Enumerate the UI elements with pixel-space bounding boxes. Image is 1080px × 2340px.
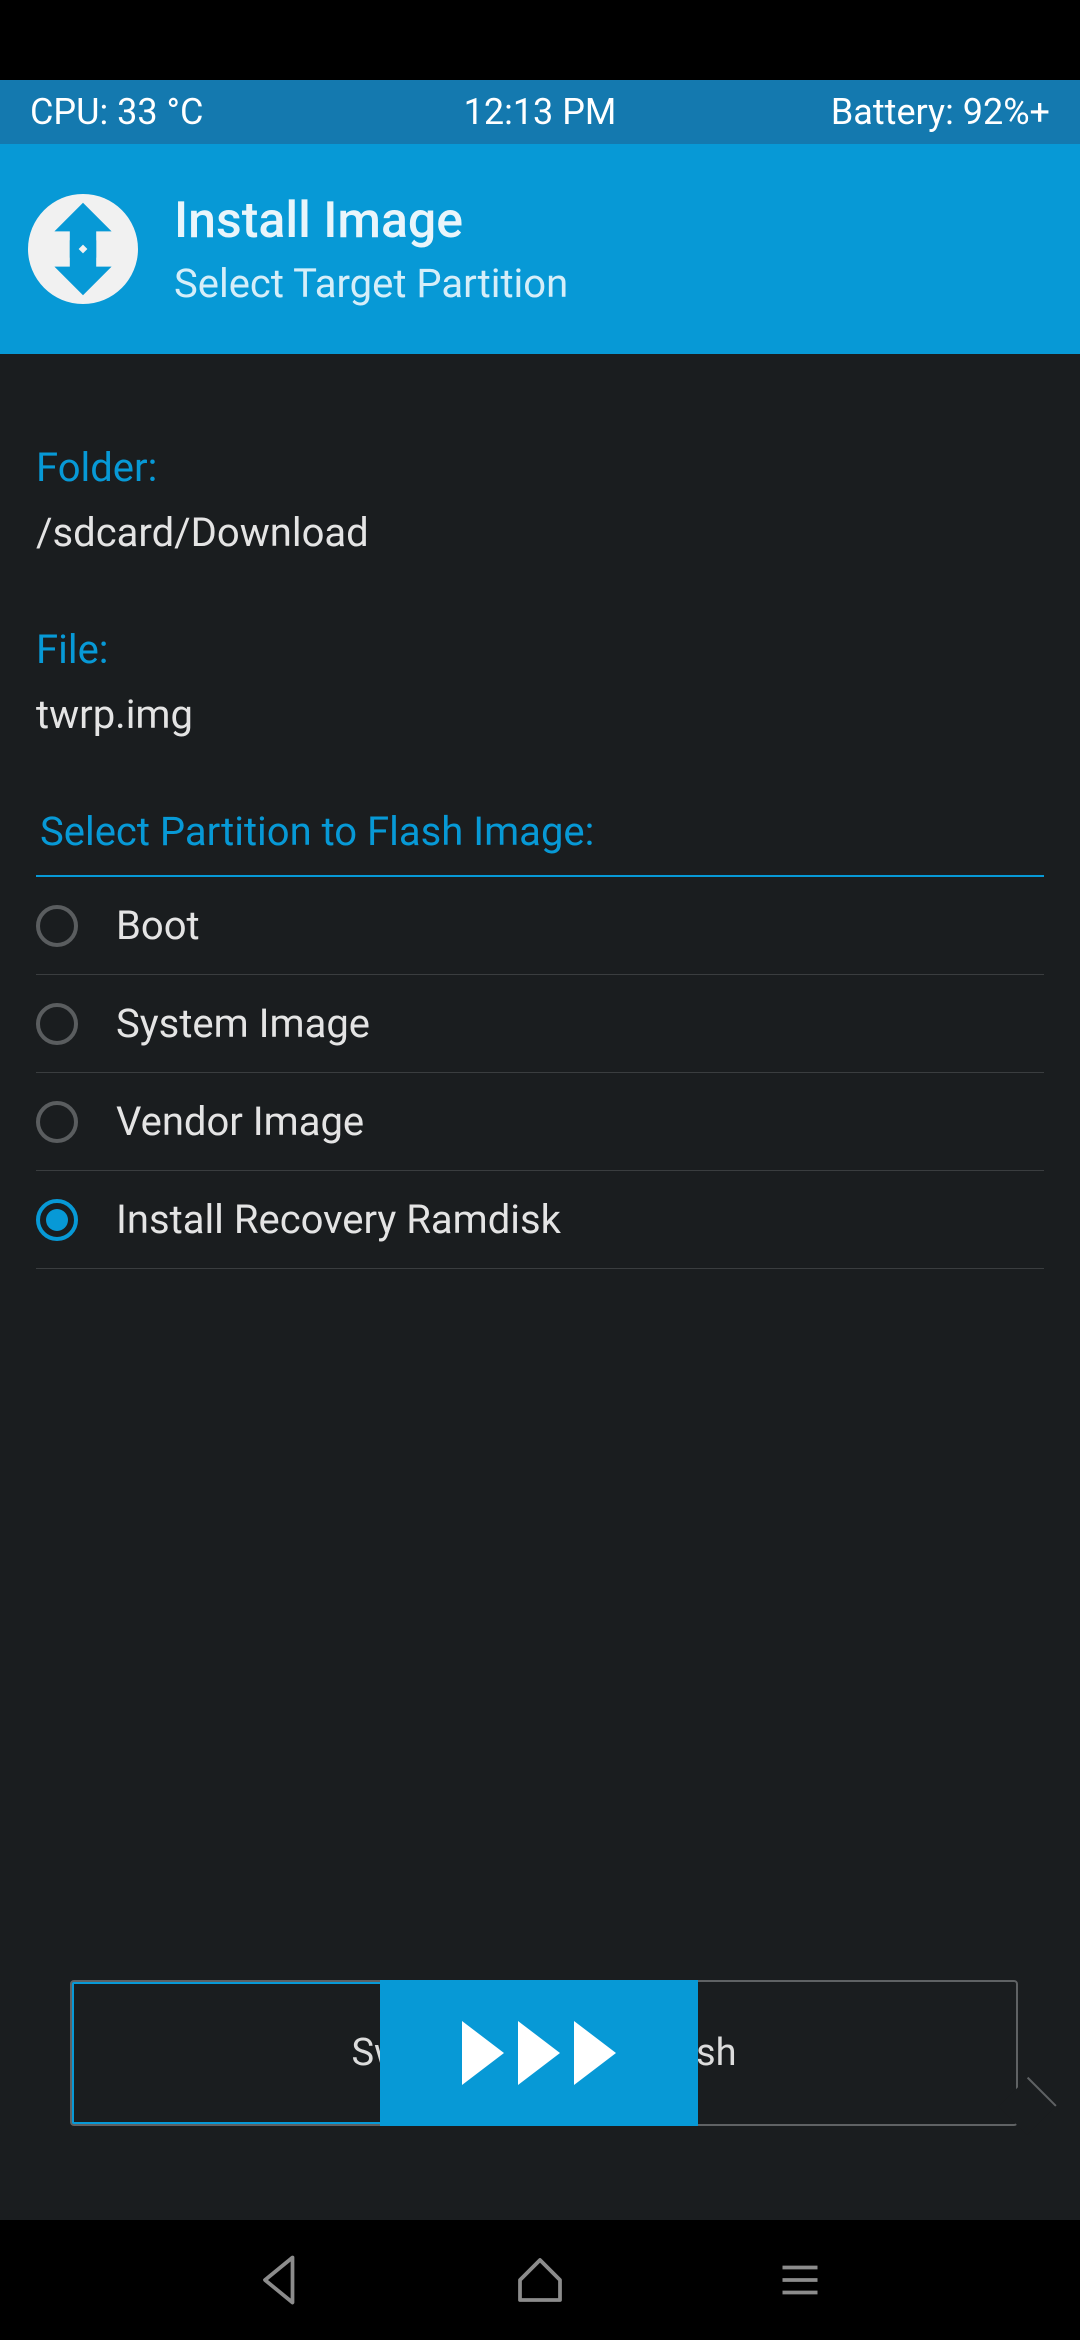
folder-label: Folder:: [36, 444, 1044, 491]
arrow-right-icon: [574, 2021, 616, 2085]
arrow-right-icon: [518, 2021, 560, 2085]
status-bar: CPU: 33 °C 12:13 PM Battery: 92%+: [0, 80, 1080, 144]
file-value: twrp.img: [36, 691, 1044, 738]
app-header: Install Image Select Target Partition: [0, 144, 1080, 354]
page-subtitle: Select Target Partition: [174, 260, 568, 307]
radio-label: Vendor Image: [116, 1098, 364, 1145]
radio-icon: [36, 1199, 78, 1241]
page-title: Install Image: [174, 192, 568, 250]
partition-list: Boot System Image Vendor Image Install R…: [36, 877, 1044, 1269]
radio-icon: [36, 905, 78, 947]
twrp-logo-icon: [28, 194, 138, 304]
radio-label: Boot: [116, 902, 200, 949]
android-nav-bar: [0, 2220, 1080, 2340]
partition-option-boot[interactable]: Boot: [36, 877, 1044, 975]
folder-value: /sdcard/Download: [36, 509, 1044, 556]
radio-label: System Image: [116, 1000, 370, 1047]
status-time: 12:13 PM: [464, 91, 617, 133]
swipe-handle[interactable]: [380, 1980, 698, 2126]
arrow-right-icon: [462, 2021, 504, 2085]
file-label: File:: [36, 626, 1044, 673]
swipe-to-confirm[interactable]: Swipe to confirm Flash: [70, 1980, 1018, 2126]
status-battery: Battery: 92%+: [831, 91, 1050, 133]
status-cpu: CPU: 33 °C: [30, 91, 203, 133]
menu-icon[interactable]: [770, 2250, 830, 2310]
partition-option-install-recovery-ramdisk[interactable]: Install Recovery Ramdisk: [36, 1171, 1044, 1269]
back-icon[interactable]: [250, 2250, 310, 2310]
radio-label: Install Recovery Ramdisk: [116, 1196, 561, 1243]
partition-option-system-image[interactable]: System Image: [36, 975, 1044, 1073]
partition-option-vendor-image[interactable]: Vendor Image: [36, 1073, 1044, 1171]
partition-section-title: Select Partition to Flash Image:: [36, 808, 1044, 877]
swipe-progress: [72, 1982, 382, 2124]
home-icon[interactable]: [510, 2250, 570, 2310]
radio-icon: [36, 1101, 78, 1143]
radio-icon: [36, 1003, 78, 1045]
